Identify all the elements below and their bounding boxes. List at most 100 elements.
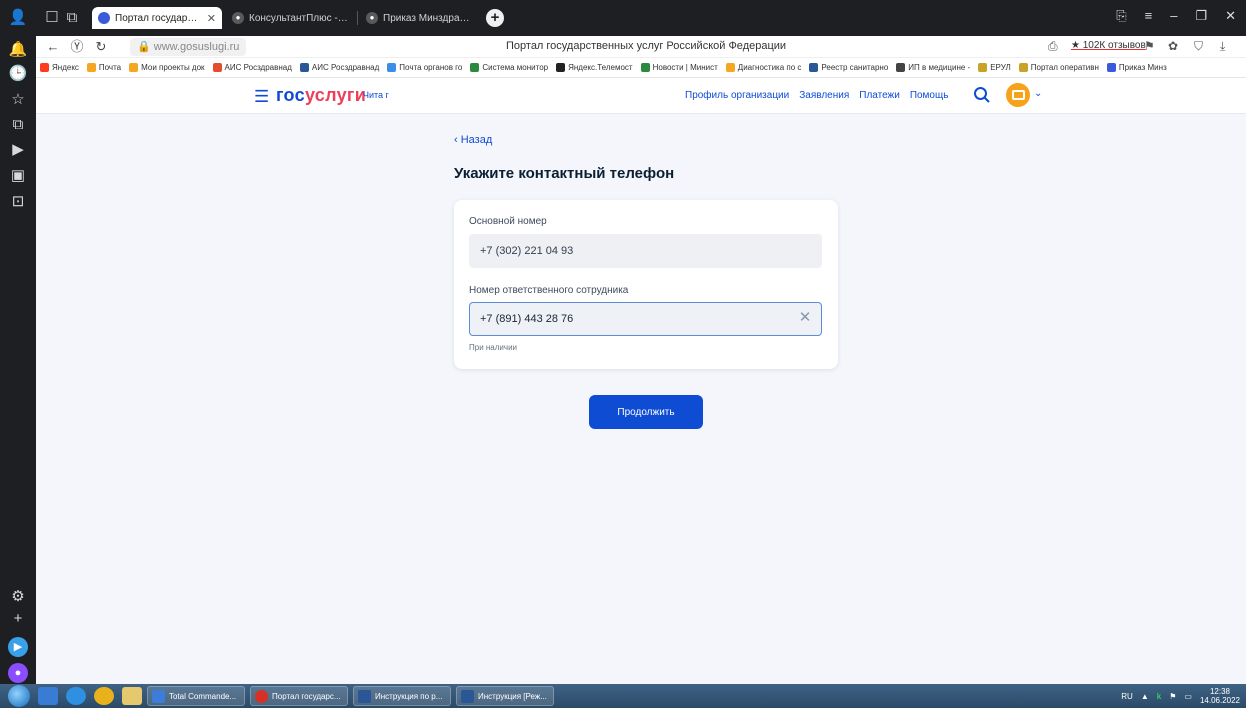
- extensions-icon[interactable]: ≡: [1145, 8, 1153, 24]
- gosuslugi-logo[interactable]: госуслуги: [276, 85, 366, 106]
- window-close-icon[interactable]: ✕: [1225, 8, 1236, 24]
- reviews-badge[interactable]: ★ 102К отзывов: [1071, 40, 1146, 51]
- collections-icon[interactable]: ⧉: [6, 113, 30, 137]
- bookmark-item[interactable]: Почта: [86, 63, 122, 72]
- taskbar-item-word-1[interactable]: Инструкция по р...: [353, 686, 451, 706]
- employee-phone-input[interactable]: [470, 303, 780, 334]
- system-tray: RU ▲ k ⚑ ▭ 12:38 14.06.2022: [1121, 684, 1240, 708]
- flag-icon: [98, 12, 110, 24]
- taskbar-item-total-commander[interactable]: Total Commande...: [147, 686, 245, 706]
- play-icon[interactable]: ▶: [6, 138, 30, 162]
- bookmark-item[interactable]: Система монитор: [470, 63, 548, 72]
- tray-arrow-icon[interactable]: ▲: [1141, 692, 1149, 701]
- nav-org-profile[interactable]: Профиль организации: [685, 90, 789, 101]
- close-icon[interactable]: ✕: [207, 12, 216, 25]
- download-icon[interactable]: ⤓: [1220, 39, 1225, 54]
- start-button[interactable]: [8, 685, 30, 707]
- extension-icon[interactable]: ✿: [1168, 39, 1178, 53]
- bookmark-favicon-icon: [40, 63, 49, 72]
- bookmark-item[interactable]: Новости | Минист: [640, 63, 718, 72]
- downloads-icon[interactable]: ⎘: [1116, 8, 1126, 24]
- bookmark-label: Система монитор: [482, 63, 549, 72]
- menu-icon[interactable]: ☰: [254, 87, 269, 107]
- notifications-icon[interactable]: 🔔: [6, 38, 30, 62]
- taskbar-item-word-2[interactable]: Инструкция [Реж...: [456, 686, 554, 706]
- network-icon[interactable]: ▭: [1184, 692, 1192, 701]
- bookmark-item[interactable]: Яндекс.Телемост: [556, 63, 633, 72]
- bookmark-item[interactable]: ИП в медицине -: [896, 63, 970, 72]
- tab-gosuslugi[interactable]: Портал государственны ✕: [92, 7, 222, 29]
- bookmark-label: Яндекс.Телемост: [568, 63, 633, 72]
- bookmark-item[interactable]: АИС Росздравнад: [299, 63, 379, 72]
- chevron-down-icon[interactable]: ⌄: [1034, 88, 1042, 99]
- restore-icon[interactable]: ❐: [1195, 8, 1207, 24]
- nav-applications[interactable]: Заявления: [799, 90, 849, 101]
- bookmark-label: Почта: [98, 63, 122, 72]
- add-panel-icon[interactable]: +: [6, 607, 30, 631]
- yandex-icon[interactable]: Ⓨ: [68, 38, 86, 56]
- language-indicator[interactable]: RU: [1121, 692, 1133, 701]
- bookmark-item[interactable]: Почта органов го: [387, 63, 462, 72]
- back-arrow-icon[interactable]: ←: [44, 38, 62, 56]
- tab-consultant[interactable]: ● КонсультантПлюс - Поиск: [226, 7, 354, 29]
- consultant-icon: ●: [232, 12, 244, 24]
- bookmark-item[interactable]: АИС Росздравнад: [212, 63, 292, 72]
- form-heading: Укажите контактный телефон: [454, 165, 675, 182]
- bookmark-favicon-icon: [556, 63, 566, 72]
- bookmark-item[interactable]: Портал оперативн: [1018, 63, 1099, 72]
- kaspersky-icon[interactable]: k: [1157, 692, 1161, 701]
- apps-icon[interactable]: ▣: [6, 164, 30, 188]
- clear-icon[interactable]: ✕: [797, 310, 813, 326]
- ie-icon[interactable]: [66, 687, 86, 705]
- desktop-icon[interactable]: [38, 687, 58, 705]
- bookmark-label: Портал оперативн: [1030, 63, 1099, 72]
- url-text: www.gosuslugi.ru: [153, 41, 240, 53]
- reader-icon[interactable]: ⎙: [1048, 39, 1058, 54]
- taskbar-item-browser[interactable]: Портал государс...: [250, 686, 348, 706]
- region-selector[interactable]: Чита г: [363, 90, 389, 100]
- bookmark-label: ЕРУЛ: [990, 63, 1011, 72]
- nav-help[interactable]: Помощь: [910, 90, 949, 101]
- clock-date: 14.06.2022: [1199, 696, 1240, 705]
- bookmarks-icon[interactable]: ☆: [6, 88, 30, 112]
- bookmark-flag-icon[interactable]: ⚑: [1144, 39, 1155, 53]
- clock[interactable]: 12:38 14.06.2022: [1200, 687, 1240, 705]
- continue-button[interactable]: Продолжить: [589, 395, 703, 429]
- bookmark-item[interactable]: ЕРУЛ: [978, 63, 1011, 72]
- url-field[interactable]: 🔒 www.gosuslugi.ru: [130, 38, 247, 56]
- bookmark-item[interactable]: Мои проекты док: [129, 63, 205, 72]
- folder-icon[interactable]: [122, 687, 142, 705]
- profile-icon[interactable]: 👤: [6, 6, 30, 30]
- bookmark-item[interactable]: Яндекс: [40, 63, 79, 72]
- tab-manager-icon[interactable]: ⧉: [60, 6, 84, 30]
- screenshot-icon[interactable]: ⊡: [6, 190, 30, 214]
- site-header: ☰ госуслуги Чита г Профиль организации З…: [36, 78, 1246, 114]
- chrome-icon[interactable]: [94, 687, 114, 705]
- bookmark-favicon-icon: [212, 63, 222, 72]
- tab-prikaz[interactable]: ● Приказ Минздрава Россон: [360, 7, 480, 29]
- bookmark-label: Новости | Минист: [652, 63, 718, 72]
- bookmark-item[interactable]: Реестр санитарно: [809, 63, 888, 72]
- messenger-icon[interactable]: ▶: [8, 637, 28, 657]
- employee-phone-field[interactable]: ✕: [469, 302, 822, 336]
- reload-icon[interactable]: ↻: [92, 38, 110, 56]
- bookmark-favicon-icon: [1018, 63, 1028, 72]
- bookmark-favicon-icon: [299, 63, 309, 72]
- bookmark-item[interactable]: Диагностика по с: [725, 63, 801, 72]
- back-link[interactable]: ‹ Назад: [454, 134, 492, 146]
- bookmark-label: Почта органов го: [399, 63, 463, 72]
- organization-avatar[interactable]: [1006, 83, 1030, 107]
- shield-icon[interactable]: ⛉: [1194, 39, 1203, 54]
- bookmarks-bar: Яндекс Почта Мои проекты док АИС Росздравна…: [36, 58, 1246, 78]
- flag-tray-icon[interactable]: ⚑: [1169, 692, 1176, 701]
- history-icon[interactable]: 🕒: [6, 62, 30, 86]
- panel-settings-icon[interactable]: ⚙: [6, 585, 30, 609]
- nav-payments[interactable]: Платежи: [859, 90, 900, 101]
- new-tab-button[interactable]: +: [486, 9, 504, 27]
- briefcase-icon: [1011, 90, 1025, 100]
- alice-icon[interactable]: ●: [8, 663, 28, 683]
- search-icon[interactable]: [973, 86, 991, 104]
- minimize-icon[interactable]: –: [1170, 8, 1177, 24]
- bookmark-item[interactable]: Приказ Минз: [1106, 63, 1167, 72]
- bookmark-favicon-icon: [725, 63, 735, 72]
